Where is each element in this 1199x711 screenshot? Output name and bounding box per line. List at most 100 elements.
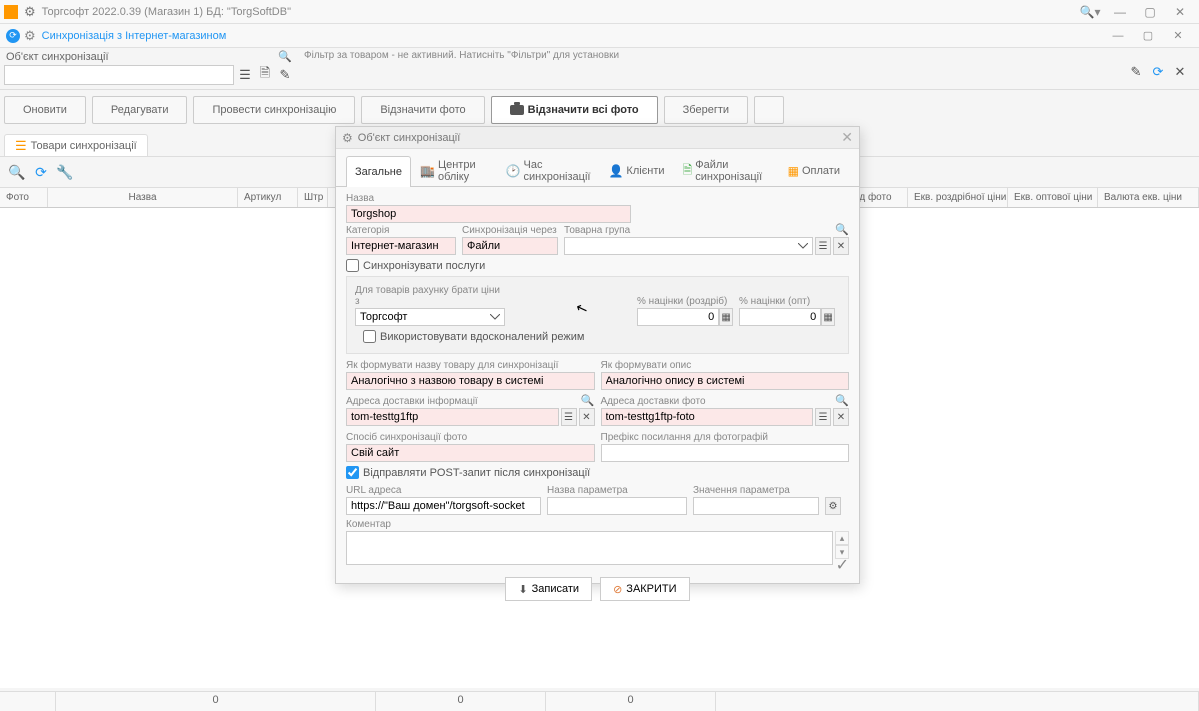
globe-icon: ⟳ [6, 29, 20, 43]
search-icon[interactable]: 🔍▾ [1075, 0, 1105, 24]
col-wholesale-eq[interactable]: Екв. оптової ціни [1008, 188, 1098, 207]
new-doc-icon[interactable]: 🗎 [256, 66, 274, 84]
col-retail-eq[interactable]: Екв. роздрібної ціни [908, 188, 1008, 207]
col-name[interactable]: Назва [48, 188, 238, 207]
save-button[interactable]: Зберегти [664, 96, 748, 124]
photo-addr-select[interactable]: tom-testtg1ftp-foto [601, 408, 814, 426]
clear-icon[interactable]: ✕ [579, 408, 595, 426]
col-currency-eq[interactable]: Валюта екв. ціни [1098, 188, 1199, 207]
grid-settings-icon[interactable]: 🔧 [56, 163, 74, 181]
sync-button[interactable]: Провести синхронізацію [193, 96, 355, 124]
tab-time[interactable]: 🕑Час синхронізації [497, 155, 600, 186]
mark-photo-button[interactable]: Відзначити фото [361, 96, 484, 124]
check-icon[interactable]: ✓ [836, 555, 849, 575]
comment-textarea[interactable] [346, 531, 833, 565]
search-icon[interactable]: 🔍 [581, 394, 595, 408]
maximize-button[interactable]: ▢ [1135, 0, 1165, 24]
tab-centers[interactable]: 🏬Центри обліку [411, 155, 497, 186]
write-button[interactable]: ⬇Записати [505, 577, 592, 601]
status-cell-4 [716, 692, 1199, 711]
name-input[interactable] [346, 205, 631, 223]
photo-prefix-input[interactable] [601, 444, 850, 462]
photo-sync-method-select[interactable]: Свій сайт [346, 444, 595, 462]
download-icon: ⬇ [518, 583, 527, 596]
minimize-button[interactable]: — [1105, 0, 1135, 24]
grid-search-icon[interactable]: 🔍 [8, 163, 26, 181]
gear-icon[interactable]: ⚙ [825, 497, 841, 515]
edit-button[interactable]: Редагувати [92, 96, 188, 124]
clear-icon[interactable]: ✕ [833, 408, 849, 426]
tab-clients[interactable]: 👤Клієнти [599, 155, 673, 186]
app-icon [4, 5, 18, 19]
info-addr-select[interactable]: tom-testtg1ftp [346, 408, 559, 426]
sync-via-label: Синхронізація через [462, 225, 558, 236]
filter-edit-icon[interactable]: ✎ [1127, 63, 1145, 81]
comment-label: Коментар [346, 519, 849, 530]
tab-files[interactable]: 🗎Файли синхронізації [674, 155, 779, 186]
sync-object-dialog: ⚙ Об'єкт синхронізації ✕ Загальне 🏬Центр… [335, 126, 860, 584]
calc-icon[interactable]: ▦ [821, 308, 835, 326]
param-val-input[interactable] [693, 497, 819, 515]
dialog-close-icon[interactable]: ✕ [841, 129, 853, 146]
search-icon[interactable]: 🔍 [278, 50, 292, 63]
sub-header: ⟳ ⚙ Синхронізація з Інтернет-магазином —… [0, 24, 1199, 48]
sync-services-checkbox[interactable]: Синхронізувати послуги [346, 259, 849, 272]
name-form-select[interactable]: Аналогічно з назвою товару в системі [346, 372, 595, 390]
sub-window-controls: — ▢ ✕ [1103, 25, 1193, 47]
list-icon[interactable]: ☰ [561, 408, 577, 426]
category-select[interactable]: Інтернет-магазин [346, 237, 456, 255]
price-source-label: Для товарів рахунку брати ціни з [355, 285, 505, 307]
search-icon[interactable]: 🔍 [835, 223, 849, 237]
status-cell-0 [0, 692, 56, 711]
grid-refresh-icon[interactable]: ⟳ [32, 163, 50, 181]
markup-retail-input[interactable] [637, 308, 719, 326]
dialog-footer: ⬇Записати ⊘ЗАКРИТИ [336, 569, 859, 605]
markup-opt-label: % націнки (опт) [739, 296, 835, 307]
refresh-button[interactable]: Оновити [4, 96, 86, 124]
col-photo[interactable]: Фото [0, 188, 48, 207]
group-list-icon[interactable]: ☰ [815, 237, 831, 255]
param-name-input[interactable] [547, 497, 687, 515]
main-title: Торгсофт 2022.0.39 (Магазин 1) БД: "Torg… [42, 6, 1075, 18]
desc-form-select[interactable]: Аналогічно опису в системі [601, 372, 850, 390]
building-icon: 🏬 [420, 164, 435, 178]
list-icon[interactable]: ☰ [815, 408, 831, 426]
col-article[interactable]: Артикул [238, 188, 298, 207]
filter-clear-icon[interactable]: ✕ [1171, 63, 1189, 81]
tab-sync-products[interactable]: ☰ Товари синхронізації [4, 134, 148, 156]
name-form-label: Як формувати назву товару для синхроніза… [346, 360, 595, 371]
pricing-panel: Для товарів рахунку брати ціни з Торгсоф… [346, 276, 849, 354]
status-cell-2: 0 [376, 692, 546, 711]
sub-close-button[interactable]: ✕ [1163, 25, 1193, 47]
group-clear-icon[interactable]: ✕ [833, 237, 849, 255]
price-source-select[interactable]: Торгсофт [355, 308, 505, 326]
edit-icon[interactable]: ✎ [276, 66, 294, 84]
search-icon[interactable]: 🔍 [835, 394, 849, 408]
post-request-checkbox[interactable]: Відправляти POST-запит після синхронізац… [346, 466, 849, 479]
dialog-title: Об'єкт синхронізації [358, 132, 842, 144]
advanced-mode-checkbox[interactable]: Використовувати вдосконалений режим [363, 330, 840, 343]
extra-button[interactable] [754, 96, 784, 124]
object-sync-select[interactable] [4, 65, 234, 85]
markup-opt-input[interactable] [739, 308, 821, 326]
list-icon[interactable]: ☰ [236, 66, 254, 84]
sub-minimize-button[interactable]: — [1103, 25, 1133, 47]
close-button[interactable]: ⊘ЗАКРИТИ [600, 577, 689, 601]
tab-payments[interactable]: ▦Оплати [779, 155, 849, 186]
col-barcode[interactable]: Штр [298, 188, 328, 207]
url-input[interactable] [346, 497, 541, 515]
filter-refresh-icon[interactable]: ⟳ [1149, 63, 1167, 81]
clock-icon: 🕑 [506, 164, 521, 178]
close-button[interactable]: ✕ [1165, 0, 1195, 24]
sub-maximize-button[interactable]: ▢ [1133, 25, 1163, 47]
person-icon: 👤 [608, 164, 623, 178]
dialog-header: ⚙ Об'єкт синхронізації ✕ [336, 127, 859, 149]
top-area: Об'єкт синхронізації 🔍 ☰ 🗎 ✎ Фільтр за т… [0, 48, 1199, 90]
calc-icon[interactable]: ▦ [719, 308, 733, 326]
status-cell-3: 0 [546, 692, 716, 711]
group-select[interactable] [564, 237, 813, 255]
filter-label: Фільтр за товаром - не активний. Натисні… [302, 50, 1195, 63]
tab-general[interactable]: Загальне [346, 156, 411, 187]
mark-all-photo-button[interactable]: Відзначити всі фото [491, 96, 658, 124]
sync-via-select[interactable]: Файли [462, 237, 558, 255]
